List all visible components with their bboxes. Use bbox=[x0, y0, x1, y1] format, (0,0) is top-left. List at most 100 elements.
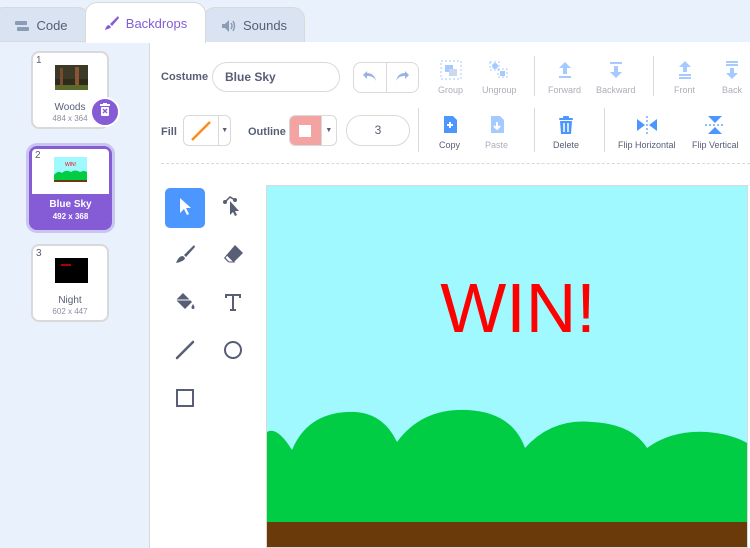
circle-tool-button[interactable] bbox=[213, 332, 253, 372]
backdrop-drawing bbox=[267, 409, 747, 547]
backward-label: Backward bbox=[596, 85, 636, 95]
costume-label: Costume bbox=[161, 71, 209, 83]
backdrop-item-blue-sky[interactable]: 2 WIN! Blue Sky 492 x 368 bbox=[29, 146, 112, 230]
toolbar-divider bbox=[604, 108, 605, 152]
eraser-icon bbox=[222, 243, 244, 270]
text-tool-button[interactable] bbox=[213, 284, 253, 324]
trash-icon bbox=[557, 115, 575, 140]
paint-canvas[interactable]: WIN! bbox=[266, 185, 748, 548]
chevron-down-icon: ▼ bbox=[320, 116, 336, 145]
flip-vertical-label: Flip Vertical bbox=[692, 140, 739, 150]
svg-text:WIN!: WIN! bbox=[65, 162, 76, 168]
redo-button[interactable] bbox=[385, 63, 418, 92]
backdrop-number: 1 bbox=[36, 55, 42, 66]
fill-swatch bbox=[184, 116, 218, 145]
backward-icon bbox=[606, 60, 626, 85]
rectangle-icon bbox=[174, 387, 196, 414]
toolbar-divider bbox=[534, 108, 535, 152]
fill-tool-button[interactable] bbox=[165, 284, 205, 324]
tab-code-label: Code bbox=[36, 18, 68, 33]
select-tool-button[interactable] bbox=[165, 188, 205, 228]
group-icon bbox=[440, 60, 462, 85]
rectangle-tool-button[interactable] bbox=[165, 380, 205, 420]
brush-icon bbox=[174, 243, 196, 270]
text-icon bbox=[222, 291, 244, 318]
tab-code[interactable]: Code bbox=[0, 7, 90, 43]
paint-editor: Costume Blue Sky Group Ungroup Forward B… bbox=[150, 42, 750, 548]
back-button[interactable]: Back bbox=[722, 60, 742, 95]
forward-label: Forward bbox=[548, 85, 582, 95]
fill-label: Fill bbox=[161, 126, 177, 138]
backdrop-thumbnail-woods bbox=[55, 65, 88, 90]
costume-name-input[interactable]: Blue Sky bbox=[212, 62, 340, 92]
outline-swatch bbox=[290, 116, 321, 145]
copy-label: Copy bbox=[439, 140, 461, 150]
speaker-icon bbox=[221, 19, 237, 33]
reshape-tool-button[interactable] bbox=[213, 188, 253, 228]
reshape-icon bbox=[222, 195, 244, 222]
undo-icon bbox=[362, 69, 378, 87]
backdrop-name: Blue Sky bbox=[49, 199, 92, 210]
copy-button[interactable]: Copy bbox=[439, 115, 460, 150]
front-label: Front bbox=[674, 85, 696, 95]
front-icon bbox=[675, 60, 695, 85]
group-button[interactable]: Group bbox=[438, 60, 463, 95]
outline-color-picker[interactable]: ▼ bbox=[289, 115, 337, 146]
backdrop-thumbnail-night bbox=[55, 258, 88, 283]
paint-bucket-icon bbox=[174, 291, 196, 318]
back-label: Back bbox=[722, 85, 743, 95]
backdrop-size: 492 x 368 bbox=[52, 212, 89, 221]
delete-backdrop-button[interactable] bbox=[90, 97, 120, 127]
ungroup-label: Ungroup bbox=[482, 85, 517, 95]
backward-button[interactable]: Backward bbox=[596, 60, 636, 95]
code-icon bbox=[14, 20, 30, 32]
ungroup-button[interactable]: Ungroup bbox=[482, 60, 517, 95]
tab-bar: Code Backdrops Sounds bbox=[0, 0, 750, 43]
brush-tool-button[interactable] bbox=[165, 236, 205, 276]
backdrop-list: 1 Woods 484 x 364 2 WIN! Blue Sky 492 x … bbox=[0, 41, 150, 548]
back-icon bbox=[722, 60, 742, 85]
flip-horizontal-icon bbox=[636, 115, 658, 140]
no-fill-icon bbox=[191, 120, 212, 141]
backdrop-number: 2 bbox=[35, 150, 41, 161]
chevron-down-icon: ▼ bbox=[218, 116, 230, 145]
backdrop-number: 3 bbox=[36, 248, 42, 259]
forward-button[interactable]: Forward bbox=[548, 60, 581, 95]
backdrop-item-night[interactable]: 3 Night 602 x 447 bbox=[31, 244, 109, 322]
tab-backdrops[interactable]: Backdrops bbox=[85, 2, 206, 43]
copy-icon bbox=[441, 115, 459, 140]
delete-label: Delete bbox=[553, 140, 580, 150]
forward-icon bbox=[555, 60, 575, 85]
brush-icon bbox=[104, 15, 120, 31]
flip-vertical-icon bbox=[704, 115, 726, 140]
eraser-tool-button[interactable] bbox=[213, 236, 253, 276]
flip-horizontal-button[interactable]: Flip Horizontal bbox=[618, 115, 676, 150]
bushes bbox=[267, 409, 747, 526]
backdrop-name: Night bbox=[58, 295, 82, 306]
circle-icon bbox=[222, 339, 244, 366]
undo-redo-group bbox=[353, 62, 419, 93]
front-button[interactable]: Front bbox=[674, 60, 695, 95]
trash-icon bbox=[99, 103, 111, 121]
ungroup-icon bbox=[488, 60, 510, 85]
toolbar-divider bbox=[653, 56, 654, 96]
tab-sounds[interactable]: Sounds bbox=[203, 7, 305, 43]
undo-button[interactable] bbox=[354, 63, 386, 92]
ground bbox=[267, 522, 747, 547]
outline-width-input[interactable]: 3 bbox=[346, 115, 410, 146]
toolbar-divider bbox=[534, 56, 535, 96]
arrow-cursor-icon bbox=[176, 196, 194, 221]
fill-color-picker[interactable]: ▼ bbox=[183, 115, 231, 146]
line-icon bbox=[174, 339, 196, 366]
paste-button[interactable]: Paste bbox=[485, 115, 508, 150]
paint-editor-screen: Code Backdrops Sounds 1 Woods 484 x 364 … bbox=[0, 0, 750, 548]
line-tool-button[interactable] bbox=[165, 332, 205, 372]
toolbar-divider bbox=[418, 108, 419, 152]
outline-label: Outline bbox=[248, 126, 286, 138]
tab-backdrops-label: Backdrops bbox=[125, 15, 188, 31]
paste-label: Paste bbox=[485, 140, 509, 150]
toolbar-separator bbox=[161, 163, 750, 164]
flip-vertical-button[interactable]: Flip Vertical bbox=[692, 115, 739, 150]
backdrop-size: 602 x 447 bbox=[52, 307, 88, 316]
delete-button[interactable]: Delete bbox=[553, 115, 579, 150]
